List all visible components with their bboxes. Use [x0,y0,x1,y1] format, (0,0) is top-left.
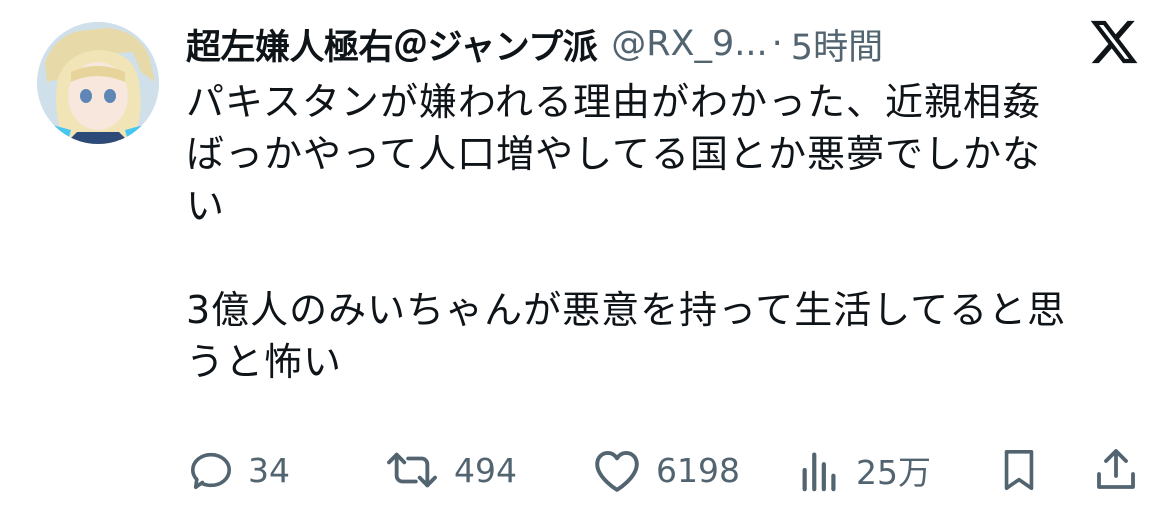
separator-dot: · [771,24,783,64]
heart-icon [592,447,642,493]
avatar-image [37,22,159,144]
repost-count: 494 [454,450,517,490]
bookmark-icon [996,446,1042,494]
user-handle[interactable]: @RX_9... [611,24,767,64]
x-logo-icon[interactable] [1088,16,1140,68]
reply-icon [188,447,234,493]
views-button[interactable]: 25万 [798,440,931,500]
like-button[interactable]: 6198 [592,440,740,500]
avatar[interactable] [37,22,159,144]
repost-icon [384,447,440,493]
share-button[interactable] [1092,440,1140,500]
action-bar: 34 494 6198 25万 [0,440,1170,500]
display-name[interactable]: 超左嫌人極右＠ジャンプ派 [186,19,598,70]
post-header: 超左嫌人極右＠ジャンプ派 @RX_9... · 5時間 [186,16,1170,72]
repost-button[interactable]: 494 [384,440,517,500]
post-time[interactable]: 5時間 [791,19,883,70]
share-icon [1092,446,1140,494]
like-count: 6198 [656,450,740,490]
reply-button[interactable]: 34 [188,440,290,500]
views-icon [798,447,842,493]
view-count: 25万 [856,453,931,492]
post-text: パキスタンが嫌われる理由がわかった、近親相姦 ばっかやって人口増やしてる国とか悪… [186,80,1067,384]
reply-count: 34 [248,450,290,490]
bookmark-button[interactable] [996,440,1042,500]
